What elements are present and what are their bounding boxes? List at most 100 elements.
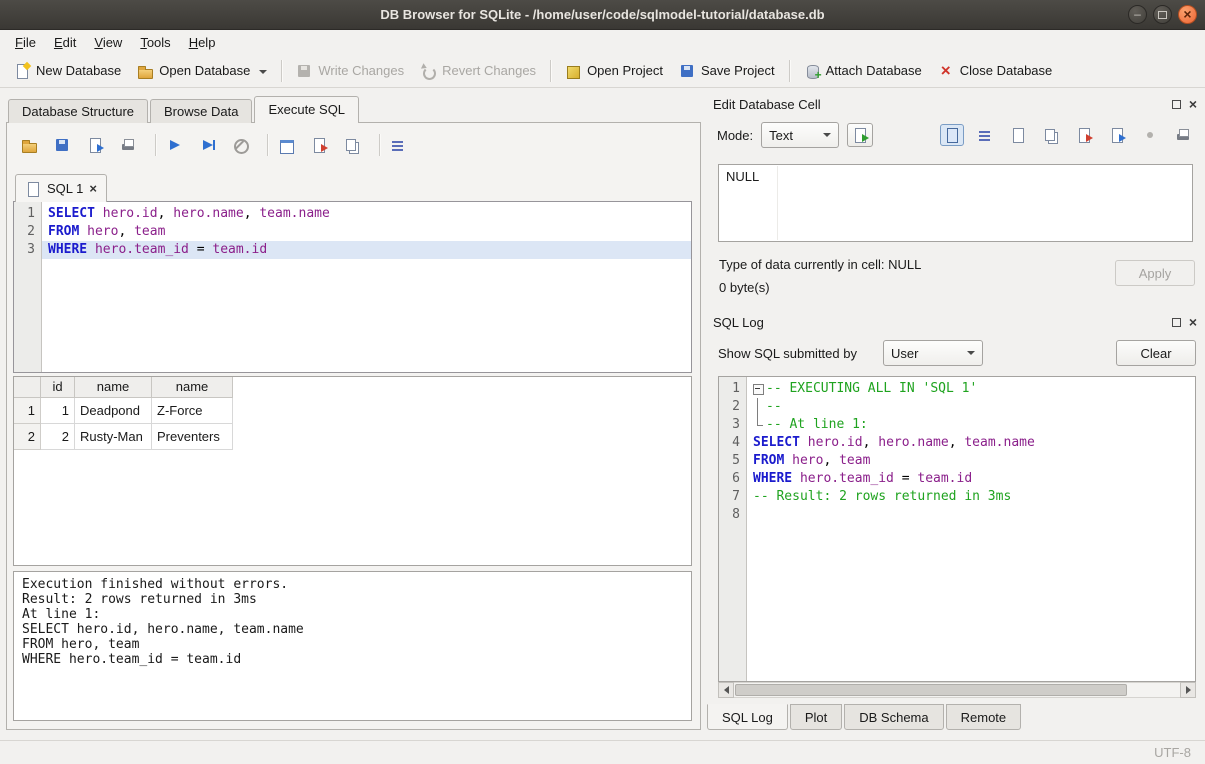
open-sql-file-button[interactable] (17, 134, 41, 156)
format-sql-button[interactable] (386, 134, 410, 156)
undock-icon[interactable] (1172, 318, 1181, 327)
cell-type-info: Type of data currently in cell: NULL (719, 256, 921, 273)
scrollbar-thumb[interactable] (735, 684, 1127, 696)
edit-cell-dock-title: Edit Database Cell (713, 97, 1172, 112)
export-file-button[interactable] (1072, 124, 1096, 146)
execution-message-area[interactable]: Execution finished without errors.Result… (13, 571, 692, 721)
autocomplete-button[interactable] (340, 134, 364, 156)
close-database-button[interactable]: Close Database (930, 58, 1061, 84)
undock-icon[interactable] (1172, 100, 1181, 109)
close-tab-icon[interactable] (89, 182, 97, 195)
window-close-button[interactable] (1178, 5, 1197, 24)
menu-help[interactable]: Help (180, 32, 225, 53)
set-null-button[interactable] (1138, 124, 1162, 146)
tab-browse-data[interactable]: Browse Data (150, 99, 252, 123)
word-wrap-icon (977, 127, 993, 143)
cell-value-editor[interactable]: NULL (718, 164, 1193, 242)
save-sql-file-button[interactable] (50, 134, 74, 156)
window-maximize-button[interactable] (1153, 5, 1172, 24)
open-database-button[interactable]: Open Database (129, 58, 275, 84)
column-header-1[interactable]: id (41, 377, 75, 398)
new-tab-icon (278, 137, 294, 153)
code-line (747, 506, 1195, 524)
import-file-button[interactable] (1105, 124, 1129, 146)
menu-file[interactable]: File (6, 32, 45, 53)
tab-execute-sql[interactable]: Execute SQL (254, 96, 359, 123)
new-tab-button[interactable] (274, 134, 298, 156)
chevron-down-icon (967, 351, 975, 355)
close-dock-icon[interactable] (1189, 97, 1197, 111)
code-line: FROM hero, team (747, 452, 1195, 470)
menu-tools[interactable]: Tools (131, 32, 179, 53)
table-cell[interactable]: Z-Force (152, 398, 233, 424)
table-header-row: idnamename (14, 377, 691, 398)
menu-edit[interactable]: Edit (45, 32, 85, 53)
bottom-tab-sql-log[interactable]: SQL Log (707, 704, 788, 730)
table-cell[interactable]: 1 (41, 398, 75, 424)
execute-all-button[interactable] (162, 134, 186, 156)
stop-button[interactable] (228, 134, 252, 156)
apply-button[interactable]: Apply (1115, 260, 1195, 286)
table-cell[interactable]: Preventers (152, 424, 233, 450)
message-line: FROM hero, team (22, 637, 683, 652)
new-database-button[interactable]: New Database (6, 58, 129, 84)
scroll-left-icon[interactable] (718, 682, 734, 698)
log-filter-combobox[interactable]: User (883, 340, 983, 366)
close-dock-icon[interactable] (1189, 315, 1197, 329)
sql-tab[interactable]: SQL 1 (15, 174, 107, 202)
main-toolbar: New DatabaseOpen DatabaseWrite ChangesRe… (0, 54, 1205, 88)
code-line: SELECT hero.id, hero.name, team.name (747, 434, 1195, 452)
left-pane: Database StructureBrowse DataExecute SQL… (0, 88, 705, 740)
save-sql-as-button[interactable] (83, 134, 107, 156)
print-button[interactable] (116, 134, 140, 156)
scroll-right-icon[interactable] (1180, 682, 1196, 698)
row-number[interactable]: 2 (14, 424, 41, 450)
window-minimize-button[interactable] (1128, 5, 1147, 24)
print-cell-button[interactable] (1171, 124, 1195, 146)
save-project-button[interactable]: Save Project (671, 58, 783, 84)
dropdown-arrow-icon[interactable] (259, 70, 267, 74)
bottom-tab-plot[interactable]: Plot (790, 704, 842, 730)
tab-database-structure[interactable]: Database Structure (8, 99, 148, 123)
toolbar-separator (267, 134, 268, 156)
table-cell[interactable]: 2 (41, 424, 75, 450)
titlebar[interactable]: DB Browser for SQLite - /home/user/code/… (0, 0, 1205, 30)
scrollbar-track[interactable] (734, 682, 1180, 698)
code-line: WHERE hero.team_id = team.id (747, 470, 1195, 488)
sql-log-editor[interactable]: 12345678-- EXECUTING ALL IN 'SQL 1'---- … (718, 376, 1196, 682)
table-row: 11DeadpondZ-Force (14, 398, 691, 424)
message-line: WHERE hero.team_id = team.id (22, 652, 683, 667)
word-wrap-button[interactable] (973, 124, 997, 146)
dock-buttons (1172, 97, 1197, 111)
bottom-tab-db-schema[interactable]: DB Schema (844, 704, 943, 730)
text-mode-button[interactable] (940, 124, 964, 146)
column-header-2[interactable]: name (75, 377, 152, 398)
execute-line-button[interactable] (195, 134, 219, 156)
row-number[interactable]: 1 (14, 398, 41, 424)
log-horizontal-scrollbar[interactable] (718, 682, 1196, 698)
import-from-file-button[interactable] (847, 123, 873, 147)
column-header-3[interactable]: name (152, 377, 233, 398)
sql-tabbar: SQL 1 (7, 167, 700, 201)
cell-size-info: 0 byte(s) (719, 279, 921, 296)
line-number: 2 (719, 398, 746, 416)
execute-line-icon (199, 137, 215, 153)
bottom-tabbar: SQL LogPlotDB SchemaRemote (707, 704, 1021, 730)
attach-database-button[interactable]: Attach Database (796, 58, 930, 84)
open-file-button[interactable] (1006, 124, 1030, 146)
save-project-icon (679, 63, 695, 79)
sql-editor[interactable]: 123SELECT hero.id, hero.name, team.nameF… (13, 201, 692, 373)
fold-box-icon[interactable] (753, 380, 766, 398)
open-project-icon (565, 63, 581, 79)
clear-log-button[interactable]: Clear (1116, 340, 1196, 366)
table-cell[interactable]: Deadpond (75, 398, 152, 424)
bottom-tab-remote[interactable]: Remote (946, 704, 1022, 730)
menu-view[interactable]: View (85, 32, 131, 53)
mode-combobox[interactable]: Text (761, 122, 839, 148)
copy-button[interactable] (1039, 124, 1063, 146)
open-database-icon (137, 63, 153, 79)
open-project-button[interactable]: Open Project (557, 58, 671, 84)
save-project-label: Save Project (701, 63, 775, 78)
table-cell[interactable]: Rusty-Man (75, 424, 152, 450)
export-sql-button[interactable] (307, 134, 331, 156)
